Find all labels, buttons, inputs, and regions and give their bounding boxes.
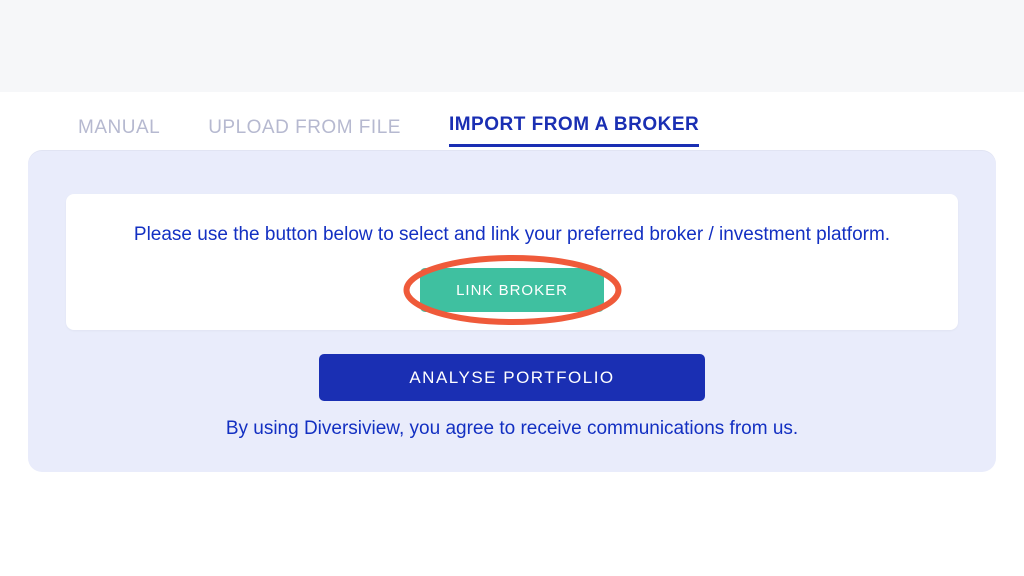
instruction-text: Please use the button below to select an… — [134, 224, 890, 246]
tab-import-from-broker[interactable]: IMPORT FROM A BROKER — [449, 114, 699, 147]
analyse-portfolio-button[interactable]: ANALYSE PORTFOLIO — [319, 354, 705, 401]
link-broker-button[interactable]: LINK BROKER — [420, 268, 604, 312]
tab-upload-from-file[interactable]: UPLOAD FROM FILE — [208, 117, 401, 147]
app-root: MANUAL UPLOAD FROM FILE IMPORT FROM A BR… — [0, 0, 1024, 576]
import-method-tabs: MANUAL UPLOAD FROM FILE IMPORT FROM A BR… — [78, 114, 699, 147]
import-panel: Please use the button below to select an… — [28, 150, 996, 472]
agreement-text: By using Diversiview, you agree to recei… — [28, 418, 996, 440]
link-broker-wrap: LINK BROKER — [420, 268, 604, 312]
tab-manual[interactable]: MANUAL — [78, 117, 160, 147]
